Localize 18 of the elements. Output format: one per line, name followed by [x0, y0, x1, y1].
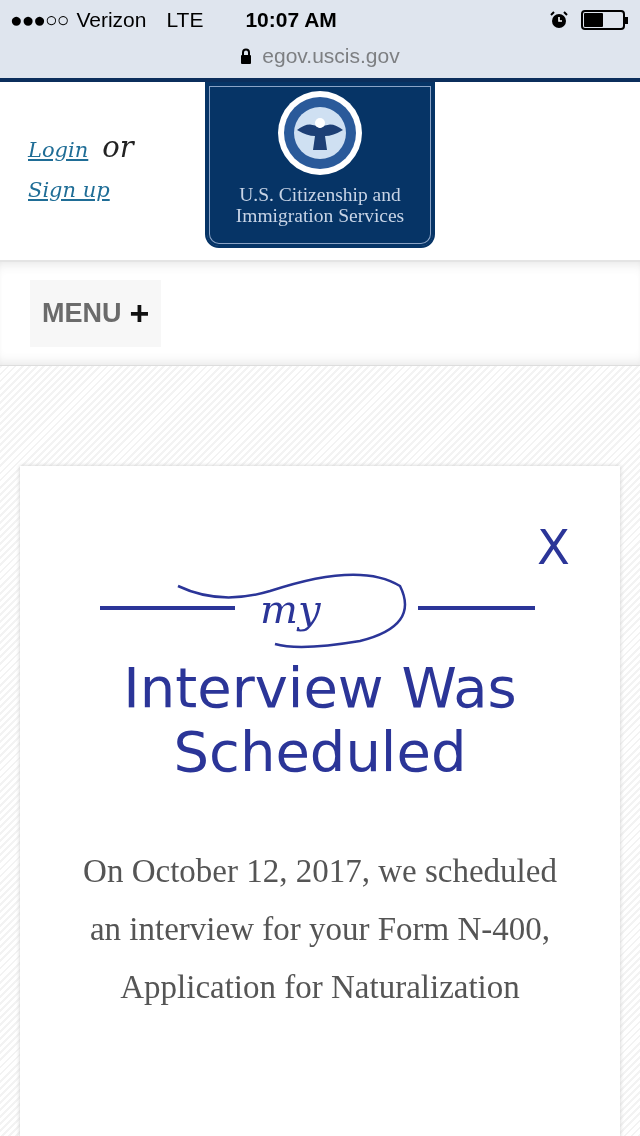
close-button[interactable]: X — [537, 518, 570, 576]
status-time: 10:07 AM — [245, 8, 338, 32]
menu-button[interactable]: MENU + — [30, 280, 162, 347]
my-logo-text: my — [260, 586, 321, 632]
network-type: LTE — [166, 8, 204, 32]
logo-text: U.S. Citizenship and Immigration Services — [235, 184, 405, 226]
seal-icon — [277, 90, 363, 176]
lock-icon — [240, 48, 253, 64]
signup-link[interactable]: Sign up — [28, 178, 205, 202]
battery-icon — [581, 10, 625, 30]
card-title: Interview Was Scheduled — [122, 656, 518, 784]
login-link[interactable]: Login — [28, 138, 89, 162]
or-text: or — [102, 130, 134, 164]
alarm-icon — [549, 10, 569, 30]
carrier-name: Verizon — [76, 8, 147, 32]
card-message: On October 12, 2017, we scheduled an interview for your Form N-400, Application for Naturalization — [82, 852, 558, 1007]
agency-logo[interactable]: U.S. Citizenship and Immigration Services — [205, 82, 435, 248]
signal-strength: ●●●○○ — [10, 8, 69, 32]
